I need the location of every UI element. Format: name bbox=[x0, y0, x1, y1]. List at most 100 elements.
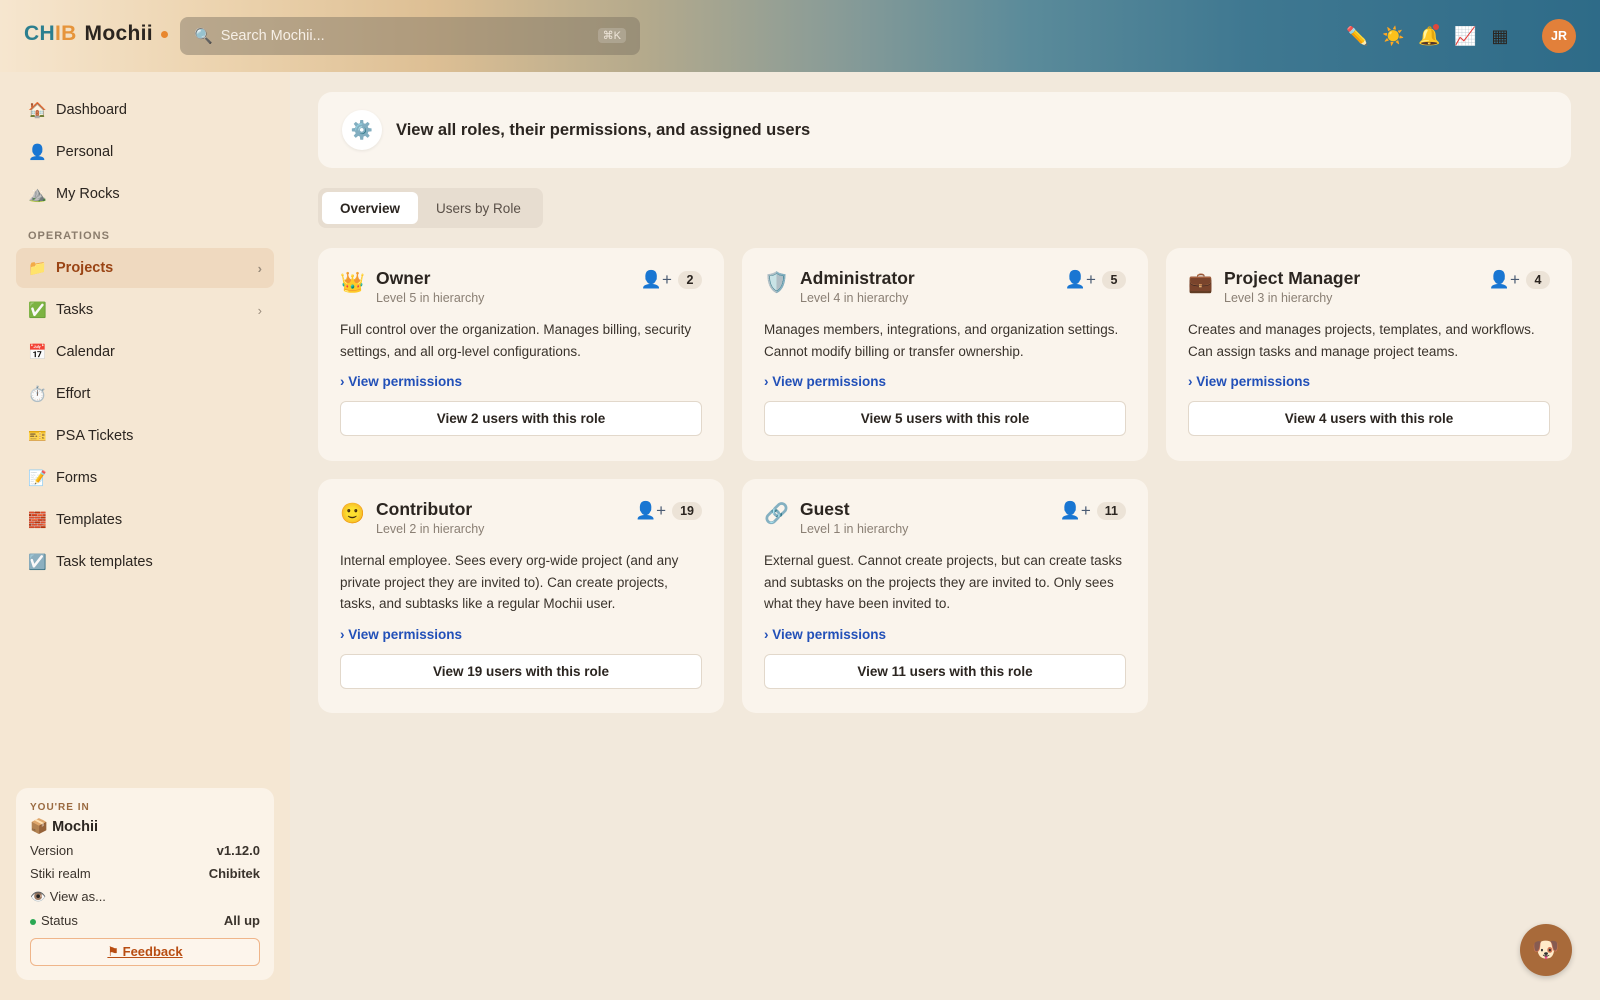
sidebar-item-label: Projects bbox=[56, 260, 114, 276]
view-users-button[interactable]: View 4 users with this role bbox=[1188, 401, 1550, 436]
checkbox-icon: ☑️ bbox=[28, 554, 47, 571]
org-info-card: YOU'RE IN 📦 Mochii Version v1.12.0 Stiki… bbox=[16, 788, 274, 980]
app-logo[interactable]: CH IB Mochii bbox=[24, 22, 168, 46]
feedback-button[interactable]: ⚑ Feedback bbox=[30, 938, 260, 966]
avatar[interactable]: JR bbox=[1542, 19, 1576, 53]
tab-overview[interactable]: Overview bbox=[322, 192, 419, 224]
role-description: Manages members, integrations, and organ… bbox=[764, 322, 1119, 359]
add-user-icon[interactable]: 👤+ bbox=[1489, 270, 1520, 290]
add-user-icon[interactable]: 👤+ bbox=[635, 501, 666, 521]
role-card-header: 💼 Project Manager Level 3 in hierarchy 👤… bbox=[1188, 268, 1550, 305]
logo-app-name: Mochii bbox=[84, 22, 153, 45]
user-count: 👤+ 4 bbox=[1489, 270, 1550, 290]
view-permissions-link[interactable]: › View permissions bbox=[764, 374, 1126, 389]
search-placeholder: Search Mochii... bbox=[220, 28, 325, 44]
role-description: Creates and manages projects, templates,… bbox=[1188, 322, 1535, 359]
view-users-button[interactable]: View 2 users with this role bbox=[340, 401, 702, 436]
sidebar-item-dashboard[interactable]: 🏠 Dashboard bbox=[16, 90, 274, 130]
sun-icon[interactable]: ☀️ bbox=[1382, 26, 1404, 47]
section-label-operations: OPERATIONS bbox=[28, 230, 110, 242]
search-input[interactable]: 🔍 Search Mochii... ⌘K bbox=[180, 17, 640, 55]
sidebar-item-psa-tickets[interactable]: 🎫 PSA Tickets bbox=[16, 416, 274, 456]
logo-dot bbox=[160, 30, 168, 38]
sidebar-item-label: Tasks bbox=[56, 302, 94, 318]
chart-icon[interactable]: 📈 bbox=[1454, 26, 1476, 47]
status-label: Status bbox=[41, 913, 78, 928]
view-as-row[interactable]: 👁️ View as... bbox=[30, 889, 260, 905]
sidebar-item-my-rocks[interactable]: ⛰️ My Rocks bbox=[16, 174, 274, 214]
page-banner: ⚙️ View all roles, their permissions, an… bbox=[318, 92, 1571, 168]
role-description: Full control over the organization. Mana… bbox=[340, 322, 692, 359]
user-count-badge: 5 bbox=[1102, 271, 1126, 289]
add-user-icon[interactable]: 👤+ bbox=[641, 270, 672, 290]
sidebar-item-tasks[interactable]: ✅ Tasks › bbox=[16, 290, 274, 330]
add-user-icon[interactable]: 👤+ bbox=[1065, 270, 1096, 290]
top-bar: CH IB Mochii 🔍 Search Mochii... ⌘K ✏️ ☀️… bbox=[0, 0, 1600, 72]
grid-icon[interactable]: ▦ bbox=[1490, 26, 1510, 47]
stopwatch-icon: ⏱️ bbox=[28, 386, 47, 403]
view-users-button[interactable]: View 5 users with this role bbox=[764, 401, 1126, 436]
sidebar-item-templates[interactable]: 🧱 Templates bbox=[16, 500, 274, 540]
sidebar-item-label: My Rocks bbox=[56, 186, 120, 202]
role-card-guest: 🔗 Guest Level 1 in hierarchy 👤+ 11 Exter… bbox=[742, 479, 1148, 713]
user-count-badge: 2 bbox=[678, 271, 702, 289]
sidebar-item-projects[interactable]: 📁 Projects › bbox=[16, 248, 274, 288]
role-name: Contributor bbox=[376, 499, 473, 519]
notification-dot bbox=[1433, 24, 1439, 30]
view-permissions-link[interactable]: › View permissions bbox=[340, 374, 702, 389]
user-count: 👤+ 11 bbox=[1060, 501, 1126, 521]
smiley-icon: 🙂 bbox=[340, 503, 365, 525]
sidebar-item-forms[interactable]: 📝 Forms bbox=[16, 458, 274, 498]
folder-icon: 📁 bbox=[28, 260, 47, 277]
home-icon: 🏠 bbox=[28, 102, 47, 119]
realm-label: Stiki realm bbox=[30, 866, 91, 881]
sidebar-item-task-templates[interactable]: ☑️ Task templates bbox=[16, 542, 274, 582]
role-description: External guest. Cannot create projects, … bbox=[764, 553, 1122, 611]
sidebar-item-calendar[interactable]: 📅 Calendar bbox=[16, 332, 274, 372]
role-level: Level 3 in hierarchy bbox=[1224, 291, 1333, 305]
add-user-icon[interactable]: 👤+ bbox=[1060, 501, 1091, 521]
gear-icon: ⚙️ bbox=[342, 110, 382, 150]
search-shortcut-badge: ⌘K bbox=[597, 28, 626, 43]
role-card-administrator: 🛡️ Administrator Level 4 in hierarchy 👤+… bbox=[742, 248, 1148, 461]
role-card-header: 🛡️ Administrator Level 4 in hierarchy 👤+… bbox=[764, 268, 1126, 305]
calendar-icon: 📅 bbox=[28, 344, 47, 361]
role-level: Level 5 in hierarchy bbox=[376, 291, 485, 305]
bell-icon[interactable]: 🔔 bbox=[1418, 24, 1440, 47]
pencil-icon[interactable]: ✏️ bbox=[1346, 26, 1368, 47]
view-as-link[interactable]: 👁️ View as... bbox=[30, 889, 106, 905]
tab-users-by-role[interactable]: Users by Role bbox=[418, 192, 539, 224]
status-row: Status All up bbox=[30, 913, 260, 928]
role-card-owner: 👑 Owner Level 5 in hierarchy 👤+ 2 Full c… bbox=[318, 248, 724, 461]
sidebar-item-label: Calendar bbox=[56, 344, 115, 360]
user-count-badge: 19 bbox=[672, 502, 702, 520]
view-permissions-link[interactable]: › View permissions bbox=[1188, 374, 1550, 389]
role-card-header: 🔗 Guest Level 1 in hierarchy 👤+ 11 bbox=[764, 499, 1126, 536]
chevron-right-icon[interactable]: › bbox=[258, 261, 262, 276]
role-level: Level 4 in hierarchy bbox=[800, 291, 909, 305]
page-title: View all roles, their permissions, and a… bbox=[396, 120, 811, 139]
sidebar-item-label: Personal bbox=[56, 144, 114, 160]
user-count-badge: 11 bbox=[1096, 502, 1126, 520]
role-description: Internal employee. Sees every org-wide p… bbox=[340, 553, 679, 611]
view-users-button[interactable]: View 11 users with this role bbox=[764, 653, 1126, 689]
sidebar-item-label: Effort bbox=[56, 386, 91, 402]
view-permissions-link[interactable]: › View permissions bbox=[340, 627, 702, 642]
briefcase-icon: 💼 bbox=[1188, 272, 1213, 294]
role-card-header: 👑 Owner Level 5 in hierarchy 👤+ 2 bbox=[340, 268, 702, 305]
version-label: Version bbox=[30, 843, 74, 858]
checkmark-icon: ✅ bbox=[28, 302, 47, 319]
youre-in-label: YOU'RE IN bbox=[30, 802, 90, 813]
chevron-right-icon[interactable]: › bbox=[258, 303, 262, 318]
view-users-button[interactable]: View 19 users with this role bbox=[340, 653, 702, 689]
sidebar-item-personal[interactable]: 👤 Personal bbox=[16, 132, 274, 172]
status-dot bbox=[30, 918, 36, 925]
user-count: 👤+ 19 bbox=[635, 501, 702, 521]
sidebar-item-label: Templates bbox=[56, 512, 123, 528]
bricks-icon: 🧱 bbox=[28, 512, 47, 529]
role-level: Level 1 in hierarchy bbox=[800, 522, 909, 536]
user-count: 👤+ 5 bbox=[1065, 270, 1126, 290]
assistant-button[interactable]: 🐶 bbox=[1520, 924, 1572, 976]
view-permissions-link[interactable]: › View permissions bbox=[764, 627, 1126, 642]
sidebar-item-effort[interactable]: ⏱️ Effort bbox=[16, 374, 274, 414]
